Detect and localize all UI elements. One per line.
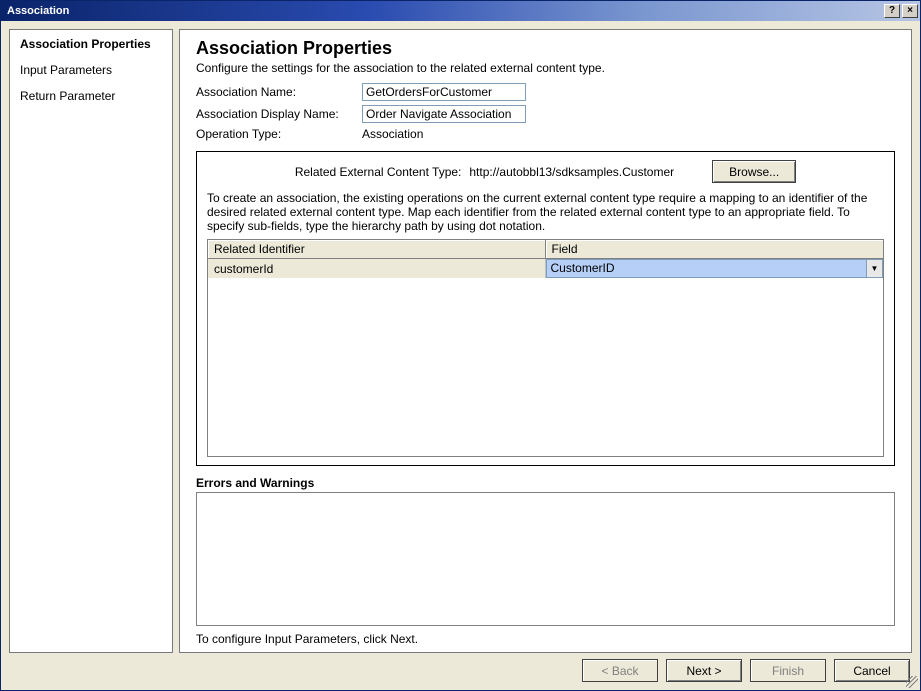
sidebar-item-label: Return Parameter [20,89,115,103]
grid-empty-area [208,278,883,456]
content-row: Association Properties Input Parameters … [9,29,912,653]
cancel-button[interactable]: Cancel [834,659,910,682]
operation-type-label: Operation Type: [196,127,362,141]
field-combobox[interactable]: CustomerID ▼ [546,259,884,278]
field-combobox-value: CustomerID [547,260,867,277]
titlebar: Association ? × [1,1,920,21]
association-name-input[interactable] [362,83,526,101]
main-panel: Association Properties Configure the set… [179,29,912,653]
help-button[interactable]: ? [884,4,900,18]
related-content-type-row: Related External Content Type: http://au… [207,160,884,183]
errors-warnings-list[interactable] [196,492,895,626]
finish-button: Finish [750,659,826,682]
association-display-name-input[interactable] [362,105,526,123]
wizard-button-bar: < Back Next > Finish Cancel [9,659,912,682]
footer-hint: To configure Input Parameters, click Nex… [196,632,895,646]
nav-sidebar: Association Properties Input Parameters … [9,29,173,653]
sidebar-item-return-parameter[interactable]: Return Parameter [20,88,162,104]
grid-header: Related Identifier Field [208,240,883,259]
grid-header-identifier[interactable]: Related Identifier [208,240,546,259]
next-button[interactable]: Next > [666,659,742,682]
window-controls: ? × [884,4,918,18]
operation-type-value: Association [362,127,423,141]
back-button: < Back [582,659,658,682]
browse-button[interactable]: Browse... [712,160,796,183]
close-button[interactable]: × [902,4,918,18]
sidebar-item-association-properties[interactable]: Association Properties [20,36,162,52]
association-name-label: Association Name: [196,85,362,99]
page-heading: Association Properties [196,38,895,59]
sidebar-item-label: Input Parameters [20,63,112,77]
related-content-group: Related External Content Type: http://au… [196,151,895,466]
dialog-window: Association ? × Association Properties I… [0,0,921,691]
row-association-name: Association Name: [196,83,895,101]
grid-header-field[interactable]: Field [546,240,884,259]
errors-heading: Errors and Warnings [196,476,895,490]
chevron-down-icon[interactable]: ▼ [866,260,882,277]
mapping-instructions: To create an association, the existing o… [207,191,884,233]
related-content-type-label: Related External Content Type: [295,165,462,179]
sidebar-item-label: Association Properties [20,37,151,51]
window-title: Association [7,5,69,17]
grid-cell-field: CustomerID ▼ [546,259,884,278]
association-display-name-label: Association Display Name: [196,107,362,121]
row-operation-type: Operation Type: Association [196,127,895,141]
identifier-field-grid: Related Identifier Field customerId Cust… [207,239,884,457]
row-association-display-name: Association Display Name: [196,105,895,123]
related-content-type-url: http://autobbl13/sdksamples.Customer [469,165,674,179]
page-description: Configure the settings for the associati… [196,61,895,75]
grid-cell-identifier: customerId [208,259,546,278]
grid-row: customerId CustomerID ▼ [208,259,883,278]
resize-grip[interactable] [906,676,918,688]
dialog-body: Association Properties Input Parameters … [1,21,920,690]
sidebar-item-input-parameters[interactable]: Input Parameters [20,62,162,78]
